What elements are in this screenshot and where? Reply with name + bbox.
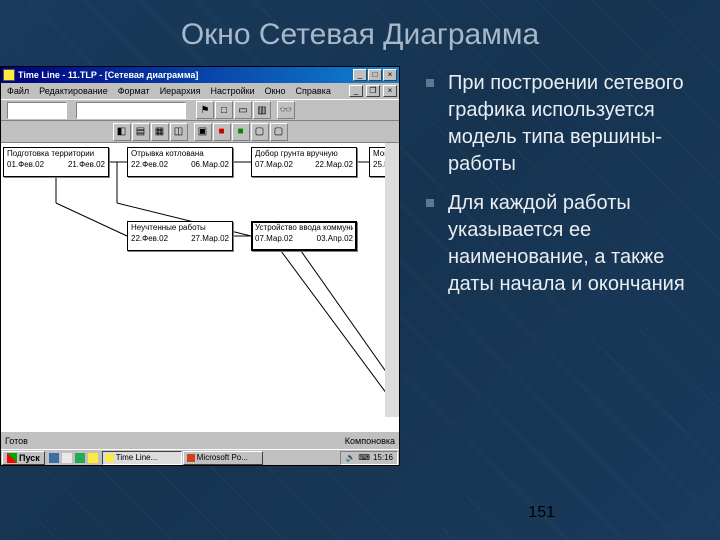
ql-icon[interactable] [48,452,60,464]
page-number: 151 [528,504,555,522]
task-box[interactable]: Отрывка котлована 22.Фев.02 06.Мар.02 [127,147,233,177]
diagram-canvas[interactable]: Подготовка территории 01.Фев.02 21.Фев.02 О… [1,143,399,431]
combo-1[interactable] [7,102,67,119]
taskbar-app-label: Time Line... [116,453,158,462]
menu-settings[interactable]: Настройки [206,86,258,96]
task-box[interactable]: Подготовка территории 01.Фев.02 21.Фев.02 [3,147,109,177]
toolbar-secondary: ◧ ▤ ▦ ◫ ▣ ■ ■ ▢ ▢ [1,121,399,143]
task-title: Подготовка территории [7,149,105,158]
tool-flag-icon[interactable]: ⚑ [196,101,214,119]
menu-window[interactable]: Окно [261,86,290,96]
mdi-close-button[interactable]: × [383,85,397,97]
start-button[interactable]: Пуск [2,451,45,465]
tool2-b[interactable]: ▤ [132,123,150,141]
tool-new-icon[interactable]: □ [215,101,233,119]
tool2-d[interactable]: ◫ [170,123,188,141]
menubar[interactable]: Файл Редактирование Формат Иерархия Наст… [1,83,399,99]
tool2-f[interactable]: ■ [213,123,231,141]
task-title: Устройство ввода коммуни [255,223,353,232]
taskbar: Пуск Time Line... Microsoft Po... 🔊 ⌨ 15… [1,449,399,465]
bullet-item: Для каждой работы указывается ее наимено… [426,190,700,298]
menu-edit[interactable]: Редактирование [35,86,112,96]
close-button[interactable]: × [383,69,397,81]
menu-hierarchy[interactable]: Иерархия [156,86,205,96]
windows-icon [7,453,17,463]
titlebar: Time Line - 11.TLP - [Сетевая диаграмма]… [1,67,399,83]
ql-icon[interactable] [61,452,73,464]
minimize-button[interactable]: _ [353,69,367,81]
bullet-item: При построении сетевого графика использу… [426,70,700,178]
task-start-date: 22.Фев.02 [131,234,168,243]
tool2-h[interactable]: ▢ [251,123,269,141]
menu-format[interactable]: Формат [114,86,154,96]
task-end-date: 03.Апр.02 [317,234,353,243]
task-title: Отрывка котлована [131,149,229,158]
taskbar-app-timeline[interactable]: Time Line... [102,451,182,465]
bullet-list: При построении сетевого графика использу… [400,66,700,466]
task-end-date: 22.Мар.02 [315,160,353,169]
slide-title: Окно Сетевая Диаграмма [0,0,720,52]
task-end-date: 21.Фев.02 [68,160,105,169]
status-left: Готов [5,436,28,446]
task-title: Неучтенные работы [131,223,229,232]
quick-launch [46,452,101,464]
scrollbar-vertical[interactable] [385,143,399,417]
task-start-date: 22.Фев.02 [131,160,168,169]
taskbar-app-label: Microsoft Po... [197,453,248,462]
tool-bino-icon[interactable]: 👓 [277,101,295,119]
status-right: Компоновка [345,436,395,446]
task-start-date: 07.Мар.02 [255,160,293,169]
task-box[interactable]: Неучтенные работы 22.Фев.02 27.Мар.02 [127,221,233,251]
menu-help[interactable]: Справка [292,86,335,96]
tool2-c[interactable]: ▦ [151,123,169,141]
ql-icon[interactable] [87,452,99,464]
window-title: Time Line - 11.TLP - [Сетевая диаграмма] [18,70,352,80]
tray-icon[interactable]: ⌨ [358,453,370,462]
menu-file[interactable]: Файл [3,86,33,96]
mdi-minimize-button[interactable]: _ [349,85,363,97]
start-label: Пуск [19,453,40,463]
tool2-a[interactable]: ◧ [113,123,131,141]
taskbar-app-powerpoint[interactable]: Microsoft Po... [183,451,263,465]
tool2-i[interactable]: ▢ [270,123,288,141]
clock: 15:16 [373,453,393,462]
app-screenshot: Time Line - 11.TLP - [Сетевая диаграмма]… [0,66,400,466]
combo-2[interactable] [76,102,186,119]
tool2-e[interactable]: ▣ [194,123,212,141]
mdi-restore-button[interactable]: ❐ [366,85,380,97]
task-title: Добор грунта вручную [255,149,353,158]
tool-chart-icon[interactable]: ▥ [253,101,271,119]
app-icon [3,69,15,81]
toolbar-main: ⚑ □ ▭ ▥ 👓 [1,99,399,121]
task-start-date: 01.Фев.02 [7,160,44,169]
tool2-g[interactable]: ■ [232,123,250,141]
task-end-date: 06.Мар.02 [191,160,229,169]
task-end-date: 27.Мар.02 [191,234,229,243]
maximize-button[interactable]: □ [368,69,382,81]
tray-icon[interactable]: 🔊 [345,453,355,462]
ql-icon[interactable] [74,452,86,464]
task-box[interactable]: Устройство ввода коммуни 07.Мар.02 03.Апр.… [251,221,357,251]
task-start-date: 07.Мар.02 [255,234,293,243]
statusbar: Готов Компоновка [1,431,399,449]
system-tray[interactable]: 🔊 ⌨ 15:16 [340,451,398,465]
task-box[interactable]: Добор грунта вручную 07.Мар.02 22.Мар.02 [251,147,357,177]
tool-open-icon[interactable]: ▭ [234,101,252,119]
